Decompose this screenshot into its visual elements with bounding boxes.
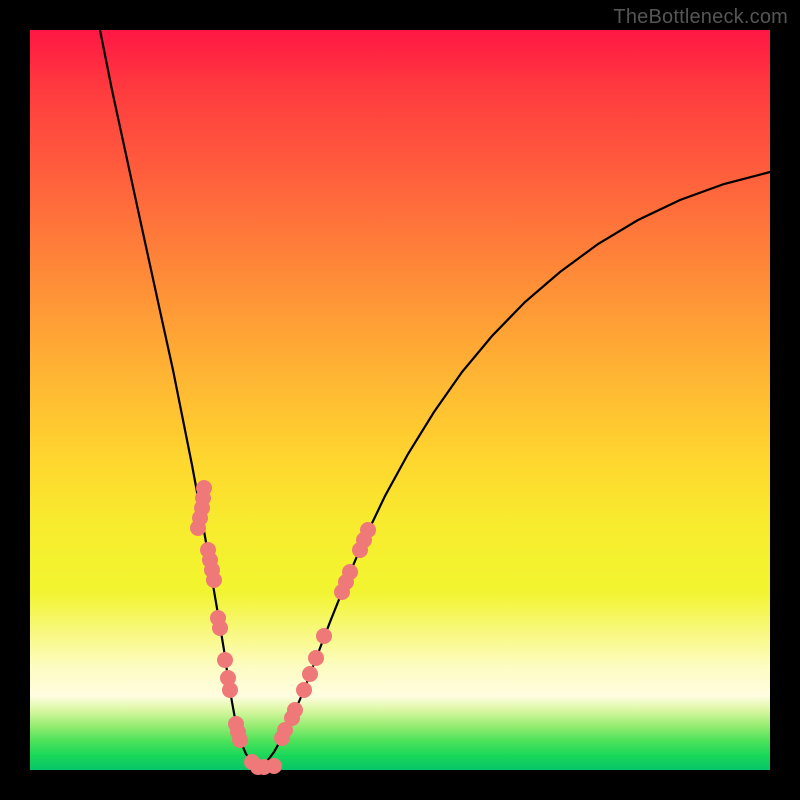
chart-frame: TheBottleneck.com: [0, 0, 800, 800]
data-dot: [342, 564, 358, 580]
data-dot: [308, 650, 324, 666]
data-dot: [296, 682, 312, 698]
right-curve: [258, 172, 770, 768]
data-dot: [302, 666, 318, 682]
data-dot: [266, 758, 282, 774]
data-dot: [222, 682, 238, 698]
data-dot: [212, 620, 228, 636]
data-dot: [287, 702, 303, 718]
curve-svg: [30, 30, 770, 770]
watermark-text: TheBottleneck.com: [613, 6, 788, 29]
data-dots: [190, 480, 376, 775]
data-dot: [206, 572, 222, 588]
data-dot: [360, 522, 376, 538]
data-dot: [316, 628, 332, 644]
plot-area: [30, 30, 770, 770]
data-dot: [232, 732, 248, 748]
left-curve: [100, 30, 258, 768]
data-dot: [196, 480, 212, 496]
data-dot: [217, 652, 233, 668]
